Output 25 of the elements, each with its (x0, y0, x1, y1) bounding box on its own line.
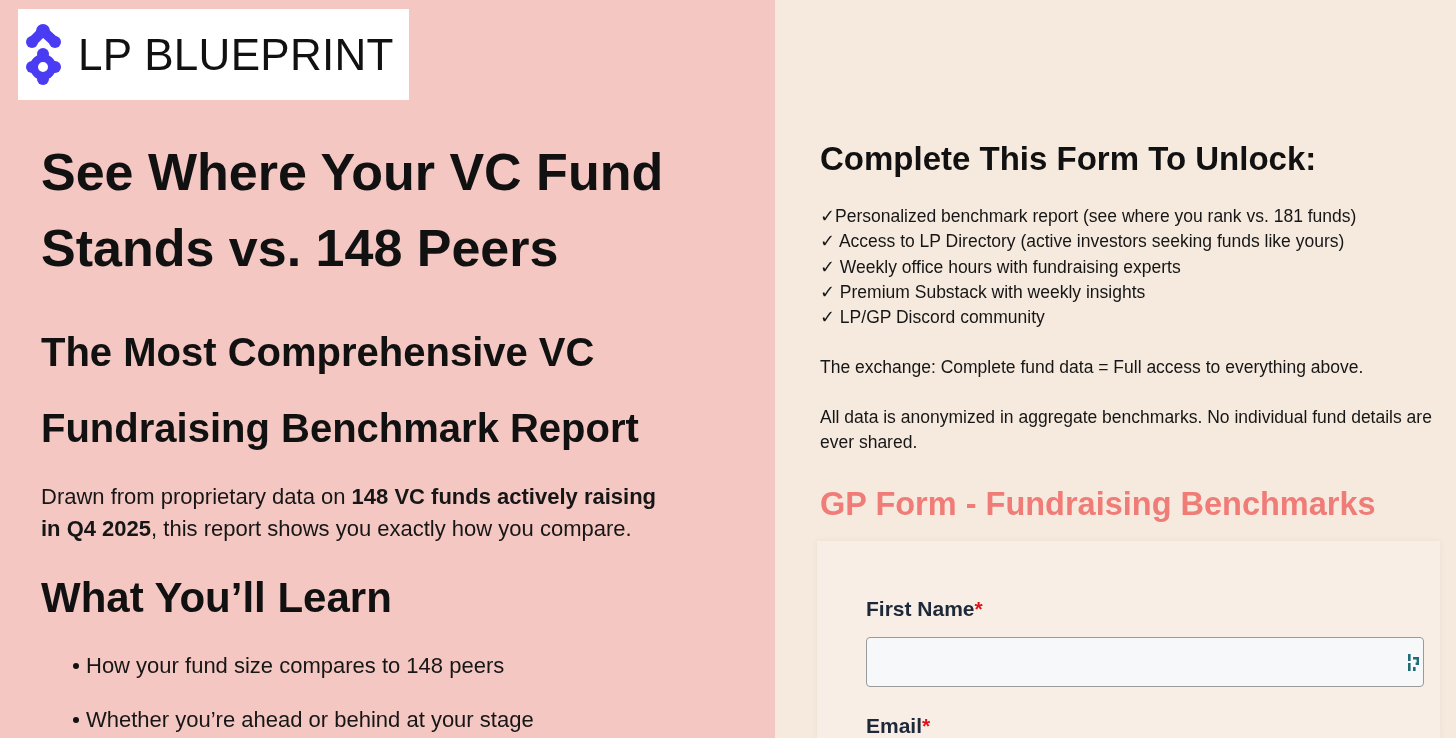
page-subtitle: The Most Comprehensive VC Fundraising Benchmark Report (41, 329, 640, 452)
form-title: GP Form - Fundraising Benchmarks (820, 485, 1377, 525)
benefit-item: ✓Personalized benchmark report (see where you rank vs. 181 funds) (820, 205, 1358, 228)
list-item: How your fund size compares to 148 peers (86, 652, 505, 680)
input-field[interactable] (866, 637, 1424, 688)
benefit-item: ✓ Access to LP Directory (active investors seeking funds like yours) (820, 230, 1346, 254)
benefit-item: ✓ Weekly office hours with fundraising experts (820, 255, 1182, 279)
list-item: Whether you’re ahead or behind at your stage (86, 706, 534, 734)
bullet-icon (73, 717, 79, 723)
intro-text: Drawn from proprietary data on 148 VC funds actively raising in Q4 2025, this report shows you exactly how you compare. (41, 483, 658, 543)
logo-text: LP BLUEPRINT (78, 32, 394, 77)
bullet-icon (73, 663, 79, 669)
logo-icon (26, 23, 62, 86)
required-mark: * (922, 714, 931, 738)
bars-icon[interactable] (1408, 654, 1419, 672)
field-label: Email (866, 714, 923, 738)
exchange-text: The exchange: Complete fund data = Full access to everything above. (820, 356, 1365, 380)
privacy-note: All data is anonymized in aggregate benchmarks. No individual fund details are ever shared. (820, 406, 1433, 455)
benefit-item: ✓ Premium Substack with weekly insights (820, 280, 1147, 304)
form-heading: Complete This Form To Unlock: (820, 139, 1318, 179)
required-mark: * (974, 597, 983, 621)
benefit-item: ✓ LP/GP Discord community (820, 306, 1046, 330)
section-heading: What You’ll Learn (41, 573, 393, 623)
field-label: First Name (866, 597, 975, 621)
page-title: See Where Your VC Fund Stands vs. 148 Peers (41, 142, 665, 279)
